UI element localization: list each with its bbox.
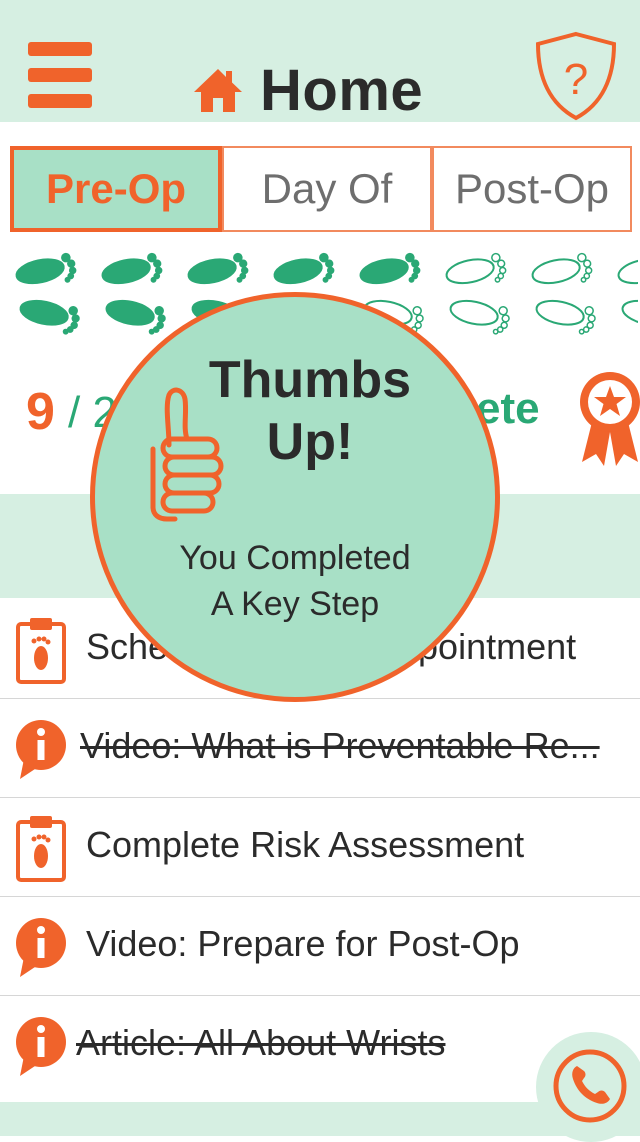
- ribbon-star-icon: [580, 372, 640, 466]
- page-title: Home: [260, 57, 424, 123]
- popup-title-line: Thumbs: [208, 351, 412, 409]
- footprint-icon: [19, 299, 80, 335]
- footprint-icon: [359, 252, 421, 285]
- footprint-icon: [273, 252, 335, 285]
- task-label: Article: All About Wrists: [76, 1022, 446, 1063]
- info-bubble-icon: [16, 720, 66, 779]
- footprint-icon: [617, 258, 638, 285]
- popup-message-line: A Key Step: [210, 585, 380, 623]
- hamburger-menu-icon[interactable]: [28, 42, 92, 112]
- task-label: Complete Risk Assessment: [86, 824, 525, 865]
- info-bubble-icon: [16, 1017, 66, 1076]
- task-label: Video: What is Preventable Re...: [80, 725, 600, 766]
- svg-text:?: ?: [564, 55, 588, 104]
- clipboard-foot-icon: [16, 816, 66, 882]
- footprint-icon: [535, 299, 596, 335]
- list-item[interactable]: Video: Prepare for Post-Op: [0, 897, 640, 996]
- achievement-popup[interactable]: Thumbs Up! You Completed A Key Step: [90, 292, 500, 702]
- tab-label: Post-Op: [454, 165, 610, 212]
- list-item[interactable]: Complete Risk Assessment: [0, 798, 640, 897]
- house-icon: [194, 69, 242, 112]
- progress-count: 9: [26, 383, 55, 441]
- footprint-icon: [105, 299, 166, 335]
- popup-message-line: You Completed: [179, 539, 411, 577]
- call-button[interactable]: [536, 1032, 640, 1142]
- popup-message: You Completed A Key Step: [135, 535, 455, 627]
- info-bubble-icon: [16, 918, 66, 977]
- page-title-group: Home: [192, 57, 424, 123]
- phone-icon: [553, 1049, 627, 1123]
- tab-post-op[interactable]: Post-Op: [432, 146, 632, 232]
- footprint-icon: [621, 299, 638, 326]
- footprint-icon: [15, 252, 77, 285]
- footprint-icon: [187, 252, 249, 285]
- list-item[interactable]: Video: What is Preventable Re...: [0, 699, 640, 798]
- footprint-icon: [101, 252, 163, 285]
- tab-label: Day Of: [261, 165, 393, 212]
- task-label: Video: Prepare for Post-Op: [86, 923, 520, 964]
- footprint-icon: [449, 299, 510, 335]
- app-header: Home ?: [0, 0, 640, 123]
- footprint-icon: [531, 252, 593, 285]
- tab-pre-op[interactable]: Pre-Op: [10, 146, 222, 232]
- clipboard-foot-icon: [16, 618, 66, 684]
- footprint-icon: [445, 252, 507, 285]
- popup-title: Thumbs Up!: [185, 349, 435, 473]
- tab-label: Pre-Op: [45, 165, 187, 212]
- popup-title-line: Up!: [266, 413, 354, 471]
- tab-day-of[interactable]: Day Of: [222, 146, 432, 232]
- shield-question-icon[interactable]: ?: [530, 30, 622, 122]
- phase-tabs: Pre-Op Day Of Post-Op: [10, 146, 632, 234]
